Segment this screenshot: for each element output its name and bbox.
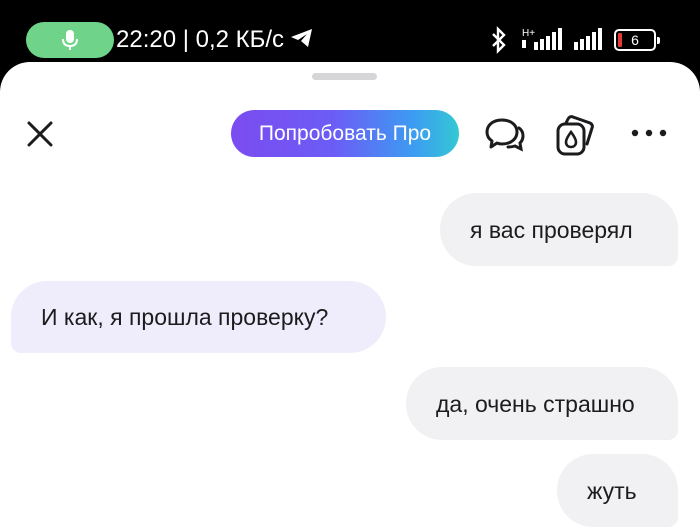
more-dots-icon — [631, 129, 667, 137]
cards-button[interactable] — [554, 112, 598, 156]
message-text: да, очень страшно — [436, 390, 635, 417]
message-text: я вас проверял — [470, 216, 633, 243]
mic-indicator[interactable] — [26, 22, 114, 58]
mic-icon — [62, 30, 78, 50]
message-user[interactable]: я вас проверял — [440, 193, 678, 266]
signal-icon-2 — [574, 28, 602, 50]
chat-bubbles-icon — [485, 118, 525, 152]
more-button[interactable] — [630, 120, 668, 150]
close-button[interactable] — [22, 116, 58, 152]
message-text: жуть — [587, 477, 637, 504]
drag-handle[interactable] — [312, 73, 377, 80]
chats-button[interactable] — [484, 114, 526, 156]
network-type: H+ — [522, 28, 535, 39]
message-user[interactable]: жуть — [557, 454, 678, 527]
bluetooth-icon — [492, 26, 506, 54]
message-assistant[interactable]: И как, я прошла проверку? — [11, 281, 386, 353]
chat-sheet: Попробовать Про я вас проверял И как, я … — [0, 62, 700, 529]
cards-icon — [556, 115, 594, 156]
try-pro-button[interactable]: Попробовать Про — [231, 110, 459, 157]
message-text: И как, я прошла проверку? — [41, 304, 329, 330]
status-bar: 22:20 | 0,2 КБ/с H+ 6 — [0, 0, 700, 70]
status-time-speed: 22:20 | 0,2 КБ/с — [116, 26, 285, 53]
telegram-icon — [291, 29, 312, 47]
signal-icon: H+ — [522, 28, 562, 50]
battery-icon: 6 — [614, 29, 660, 51]
close-icon — [27, 121, 53, 147]
battery-level: 6 — [631, 32, 639, 48]
message-user[interactable]: да, очень страшно — [406, 367, 678, 440]
